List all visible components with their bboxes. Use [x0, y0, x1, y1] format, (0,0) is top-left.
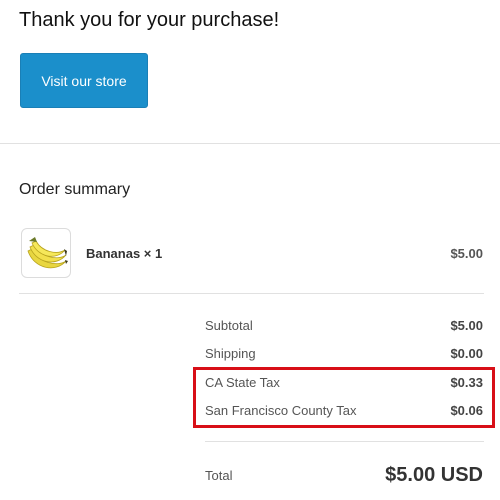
subtotal-label: Subtotal [205, 317, 253, 333]
items-divider [19, 293, 484, 294]
product-name: Bananas × 1 [86, 246, 163, 261]
shipping-row: Shipping $0.00 [205, 344, 483, 362]
total-value: $5.00 USD [385, 463, 483, 486]
shipping-value: $0.00 [450, 345, 483, 361]
product-price: $5.00 [450, 246, 483, 261]
total-row: Total $5.00 USD [205, 462, 483, 488]
subtotal-value: $5.00 [450, 317, 483, 333]
shipping-label: Shipping [205, 345, 256, 361]
bananas-icon [27, 237, 68, 269]
order-confirmation-page: Thank you for your purchase! Visit our s… [0, 0, 500, 500]
total-label: Total [205, 467, 233, 483]
bananas-product-image [21, 228, 71, 278]
order-summary-heading: Order summary [19, 181, 131, 198]
tax-highlight-box [193, 367, 495, 428]
section-divider [0, 143, 500, 144]
visit-store-button[interactable]: Visit our store [20, 53, 148, 108]
total-divider [205, 441, 484, 442]
page-title: Thank you for your purchase! [19, 9, 280, 31]
subtotal-row: Subtotal $5.00 [205, 316, 483, 334]
